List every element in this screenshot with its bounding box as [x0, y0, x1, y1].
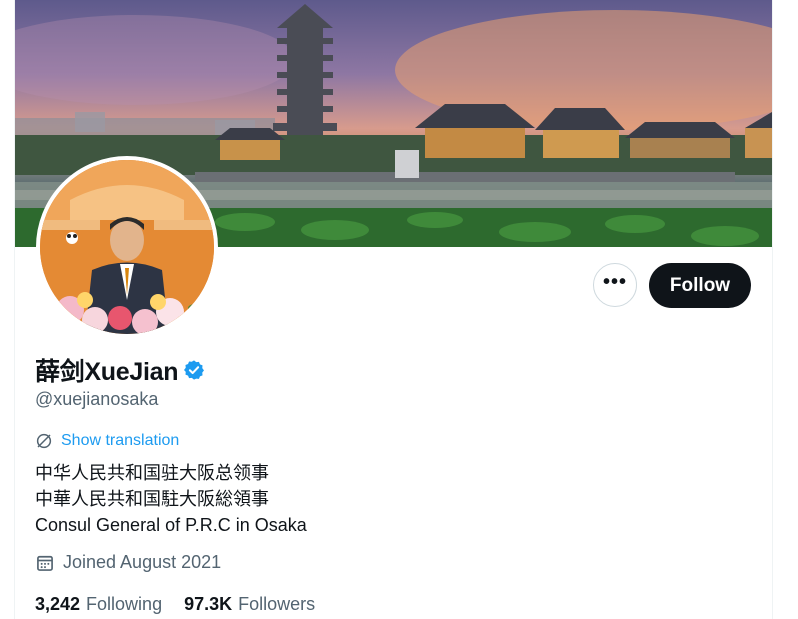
- more-dots-icon: •••: [602, 271, 627, 293]
- followers-link[interactable]: 97.3K Followers: [184, 594, 315, 615]
- profile-name-row: 薛剑XueJian: [35, 352, 205, 388]
- bio-line: Consul General of P.R.C in Osaka: [35, 515, 307, 535]
- followers-label: Followers: [238, 594, 316, 614]
- joined-label: Joined August 2021: [63, 552, 222, 572]
- bio-line: 中華人民共和国駐大阪総領事: [35, 489, 269, 509]
- show-translation-link[interactable]: Show translation: [35, 432, 179, 450]
- bio-line: 中华人民共和国驻大阪总领事: [35, 463, 269, 483]
- verified-badge-icon[interactable]: [183, 359, 205, 381]
- follow-button[interactable]: Follow: [649, 263, 751, 308]
- following-count: 3,242: [35, 594, 81, 614]
- profile-bio: 中华人民共和国驻大阪总领事 中華人民共和国駐大阪総領事 Consul Gener…: [35, 460, 307, 538]
- show-translation-label: Show translation: [61, 432, 180, 449]
- joined-date: Joined August 2021: [35, 552, 221, 573]
- profile-handle: @xuejianosaka: [35, 389, 159, 409]
- globe-translate-icon: [36, 433, 52, 449]
- avatar-portrait-image: [40, 160, 214, 334]
- more-options-button[interactable]: •••: [593, 263, 637, 307]
- following-link[interactable]: 3,242 Following: [35, 594, 162, 615]
- calendar-icon: [37, 555, 53, 571]
- following-label: Following: [86, 594, 163, 614]
- followers-count: 97.3K: [184, 594, 233, 614]
- display-name: 薛剑XueJian: [35, 358, 179, 386]
- profile-card: ••• Follow 薛剑XueJian @xuejianosaka Show …: [14, 0, 773, 619]
- profile-avatar[interactable]: [36, 156, 218, 338]
- profile-stats: 3,242 Following 97.3K Followers: [35, 594, 337, 615]
